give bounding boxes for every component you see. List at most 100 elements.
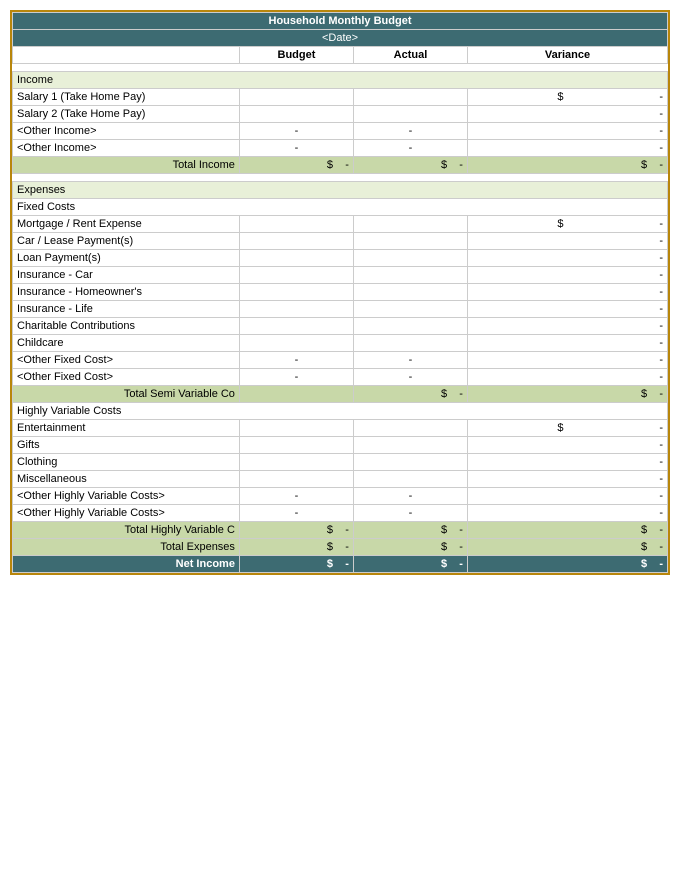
income-row-2-variance[interactable]: - — [568, 106, 668, 123]
fixed-row-3-variance-dollar — [467, 267, 567, 284]
fixed-row-8-variance[interactable]: - — [568, 352, 668, 369]
var-row-4-budget[interactable]: - — [239, 488, 353, 505]
variable-costs-label: Highly Variable Costs — [13, 403, 668, 420]
fixed-row-4-actual[interactable] — [353, 284, 467, 301]
var-row-0-actual[interactable] — [353, 420, 467, 437]
fixed-row-4-budget[interactable] — [239, 284, 353, 301]
spreadsheet-container: Household Monthly Budget <Date> Budget A… — [10, 10, 670, 575]
income-row-1-budget[interactable] — [239, 89, 353, 106]
fixed-row-4: Insurance - Homeowner's - — [13, 284, 668, 301]
income-row-1-variance[interactable]: - — [568, 89, 668, 106]
fixed-row-4-variance[interactable]: - — [568, 284, 668, 301]
fixed-row-6-actual[interactable] — [353, 318, 467, 335]
income-row-3-budget[interactable]: - — [239, 123, 353, 140]
total-fixed-variance-dollar: $ — [641, 388, 647, 400]
total-expenses-actual-dollar: $ — [441, 541, 447, 553]
fixed-row-8: <Other Fixed Cost> - - - — [13, 352, 668, 369]
total-expenses-actual: $ - — [353, 539, 467, 556]
fixed-row-3-variance[interactable]: - — [568, 267, 668, 284]
total-income-variance-dollar: $ — [641, 159, 647, 171]
var-row-3-variance[interactable]: - — [568, 471, 668, 488]
fixed-row-8-actual[interactable]: - — [353, 352, 467, 369]
fixed-row-5-variance[interactable]: - — [568, 301, 668, 318]
income-row-1-label: Salary 1 (Take Home Pay) — [13, 89, 240, 106]
var-row-0-budget[interactable] — [239, 420, 353, 437]
fixed-row-3-budget[interactable] — [239, 267, 353, 284]
net-income-label: Net Income — [13, 556, 240, 573]
fixed-row-5-actual[interactable] — [353, 301, 467, 318]
net-income-budget-dollar: $ — [327, 558, 333, 570]
fixed-row-6-variance[interactable]: - — [568, 318, 668, 335]
fixed-row-7-budget[interactable] — [239, 335, 353, 352]
income-row-3-variance[interactable]: - — [568, 123, 668, 140]
net-income-row: Net Income $ - $ - $ - — [13, 556, 668, 573]
fixed-row-1-variance[interactable]: - — [568, 233, 668, 250]
var-row-1-variance-dollar — [467, 437, 567, 454]
spreadsheet-title: Household Monthly Budget — [13, 13, 668, 30]
total-income-actual-dollar: $ — [441, 159, 447, 171]
fixed-row-5-budget[interactable] — [239, 301, 353, 318]
fixed-row-2-variance[interactable]: - — [568, 250, 668, 267]
var-row-1-actual[interactable] — [353, 437, 467, 454]
income-row-3-actual[interactable]: - — [353, 123, 467, 140]
total-income-row: Total Income $ - $ - $ - — [13, 157, 668, 174]
fixed-row-0: Mortgage / Rent Expense $ - — [13, 216, 668, 233]
var-row-4-variance-dollar — [467, 488, 567, 505]
var-row-2-budget[interactable] — [239, 454, 353, 471]
total-fixed-variance: $ - — [467, 386, 667, 403]
total-variable-variance-dollar: $ — [641, 524, 647, 536]
fixed-row-2: Loan Payment(s) - — [13, 250, 668, 267]
income-row-4-budget[interactable]: - — [239, 140, 353, 157]
var-row-3-budget[interactable] — [239, 471, 353, 488]
fixed-row-8-budget[interactable]: - — [239, 352, 353, 369]
var-row-3-actual[interactable] — [353, 471, 467, 488]
fixed-row-0-actual[interactable] — [353, 216, 467, 233]
fixed-row-2-actual[interactable] — [353, 250, 467, 267]
var-row-0-variance[interactable]: - — [568, 420, 668, 437]
total-expenses-budget-val: - — [345, 541, 349, 553]
fixed-row-1-budget[interactable] — [239, 233, 353, 250]
var-row-5-variance[interactable]: - — [568, 505, 668, 522]
fixed-row-1: Car / Lease Payment(s) - — [13, 233, 668, 250]
income-row-3-variance-dollar — [467, 123, 567, 140]
fixed-row-7-actual[interactable] — [353, 335, 467, 352]
fixed-row-9-budget[interactable]: - — [239, 369, 353, 386]
income-row-4-actual[interactable]: - — [353, 140, 467, 157]
fixed-row-0-variance[interactable]: - — [568, 216, 668, 233]
fixed-row-0-budget[interactable] — [239, 216, 353, 233]
income-row-4-variance-dollar — [467, 140, 567, 157]
fixed-row-3-actual[interactable] — [353, 267, 467, 284]
var-row-4-variance[interactable]: - — [568, 488, 668, 505]
fixed-row-9-variance[interactable]: - — [568, 369, 668, 386]
var-row-2-variance[interactable]: - — [568, 454, 668, 471]
fixed-row-1-actual[interactable] — [353, 233, 467, 250]
fixed-row-0-label: Mortgage / Rent Expense — [13, 216, 240, 233]
variance-header: Variance — [467, 47, 667, 64]
fixed-row-0-variance-dollar: $ — [467, 216, 567, 233]
fixed-row-6-budget[interactable] — [239, 318, 353, 335]
net-income-actual-dollar: $ — [441, 558, 447, 570]
income-row-2-actual[interactable] — [353, 106, 467, 123]
income-row-1-actual[interactable] — [353, 89, 467, 106]
var-row-1: Gifts - — [13, 437, 668, 454]
var-row-2-actual[interactable] — [353, 454, 467, 471]
income-row-4: <Other Income> - - - — [13, 140, 668, 157]
income-row-2-budget[interactable] — [239, 106, 353, 123]
var-row-5-budget[interactable]: - — [239, 505, 353, 522]
fixed-row-7-variance[interactable]: - — [568, 335, 668, 352]
total-income-budget-val: - — [345, 159, 349, 171]
fixed-row-2-label: Loan Payment(s) — [13, 250, 240, 267]
total-variable-actual-val: - — [459, 524, 463, 536]
fixed-row-9: <Other Fixed Cost> - - - — [13, 369, 668, 386]
fixed-row-2-budget[interactable] — [239, 250, 353, 267]
var-row-5-actual[interactable]: - — [353, 505, 467, 522]
fixed-row-9-actual[interactable]: - — [353, 369, 467, 386]
var-row-1-variance[interactable]: - — [568, 437, 668, 454]
var-row-2-variance-dollar — [467, 454, 567, 471]
var-row-1-budget[interactable] — [239, 437, 353, 454]
income-row-4-variance[interactable]: - — [568, 140, 668, 157]
total-income-budget-dollar: $ — [327, 159, 333, 171]
var-row-4-actual[interactable]: - — [353, 488, 467, 505]
income-row-1-variance-dollar: $ — [467, 89, 567, 106]
fixed-row-7-label: Childcare — [13, 335, 240, 352]
